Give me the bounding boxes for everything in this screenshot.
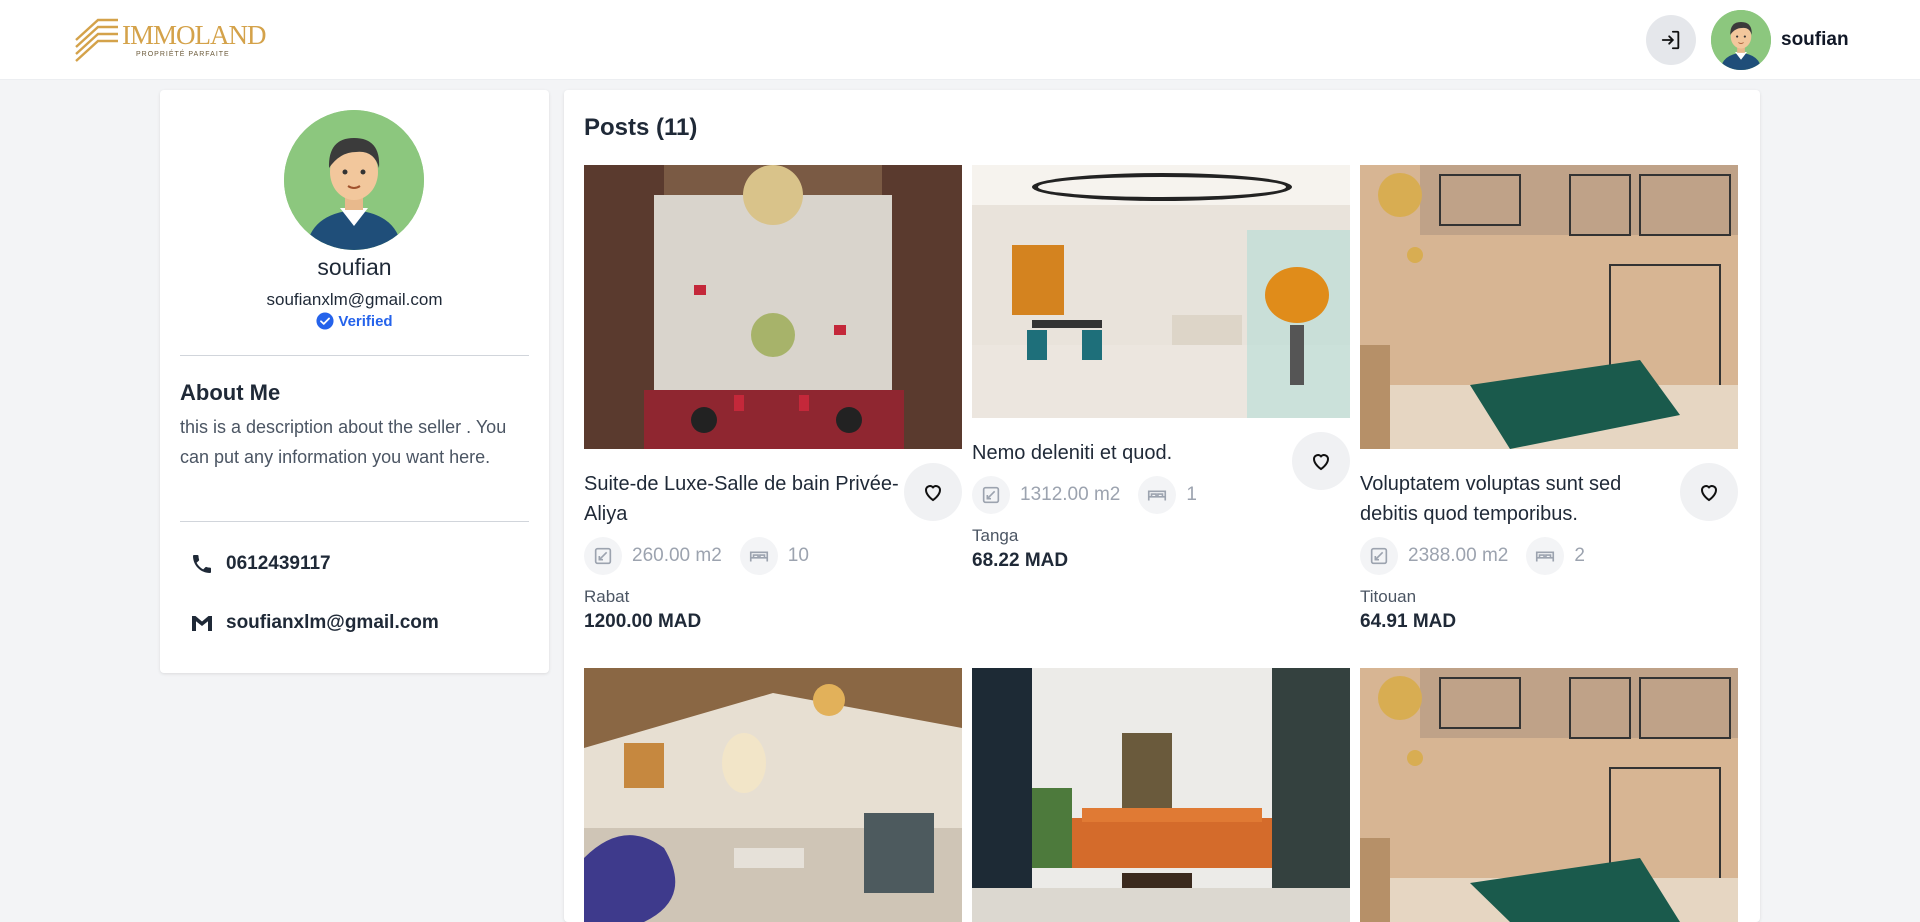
post-title[interactable]: Voluptatem voluptas sunt sed debitis quo…	[1360, 469, 1680, 529]
logout-button[interactable]	[1646, 15, 1696, 65]
post-price: 68.22 MAD	[972, 550, 1069, 571]
post-city: Tanga	[972, 526, 1019, 545]
contact-email[interactable]: soufianxlm@gmail.com	[190, 611, 439, 635]
post-card: Suite-de Luxe-Salle de bain Privée-Aliya…	[584, 165, 962, 633]
avatar-icon	[1711, 10, 1771, 70]
pool-courtyard-image	[1360, 165, 1738, 449]
post-image[interactable]	[972, 165, 1350, 418]
top-navbar: IMMOLAND PROPRIÉTÉ PARFAITE soufian	[0, 0, 1920, 80]
favorite-button[interactable]	[1680, 463, 1738, 521]
verified-badge: Verified	[160, 312, 549, 330]
area-icon	[584, 537, 622, 575]
area-icon	[972, 476, 1010, 514]
area-value: 2388.00 m2	[1408, 545, 1509, 566]
pool-courtyard-image	[1360, 668, 1738, 922]
phone-icon	[193, 555, 211, 573]
post-city: Rabat	[584, 587, 630, 606]
contact-phone[interactable]: 0612439117	[190, 552, 331, 576]
riad-courtyard-image	[584, 165, 962, 449]
logout-icon	[1661, 30, 1680, 50]
post-card: Nemo deleniti et quod. 1312.00 m2 1 Tang…	[972, 165, 1350, 572]
area-spec: 2388.00 m2	[1360, 537, 1508, 575]
gmail-icon	[192, 616, 212, 631]
heart-icon	[1700, 485, 1718, 502]
post-title[interactable]: Suite-de Luxe-Salle de bain Privée-Aliya	[584, 469, 904, 529]
verified-label: Verified	[338, 312, 393, 330]
top-username[interactable]: soufian	[1781, 29, 1849, 51]
area-spec: 1312.00 m2	[972, 476, 1120, 514]
post-card	[584, 668, 962, 922]
area-spec: 260.00 m2	[584, 537, 722, 575]
post-image[interactable]	[1360, 668, 1738, 922]
profile-card: soufian soufianxlm@gmail.com Verified Ab…	[160, 90, 549, 673]
logo-name: IMMOLAND	[122, 20, 266, 50]
logo-mark-icon	[75, 18, 118, 62]
logo-tagline: PROPRIÉTÉ PARFAITE	[136, 51, 230, 58]
favorite-button[interactable]	[1292, 432, 1350, 490]
area-icon	[1360, 537, 1398, 575]
verified-check-icon	[316, 312, 334, 330]
area-value: 1312.00 m2	[1020, 484, 1121, 505]
user-avatar[interactable]	[1711, 10, 1771, 70]
post-card	[1360, 668, 1738, 922]
about-text: this is a description about the seller .…	[180, 417, 507, 467]
posts-panel: Posts (11) Suite-de Luxe-Salle de bain P…	[564, 90, 1760, 922]
beds-spec: 10	[739, 537, 809, 575]
post-price: 1200.00 MAD	[584, 611, 702, 632]
logo[interactable]: IMMOLAND PROPRIÉTÉ PARFAITE	[74, 16, 266, 64]
post-price: 64.91 MAD	[1360, 611, 1457, 632]
orange-sofa-image	[972, 668, 1350, 922]
beds-spec: 2	[1526, 537, 1585, 575]
post-card: Voluptatem voluptas sunt sed debitis quo…	[1360, 165, 1738, 633]
beds-value: 2	[1574, 545, 1585, 566]
avatar-icon	[284, 110, 424, 250]
post-image[interactable]	[584, 668, 962, 922]
post-city: Titouan	[1360, 587, 1417, 606]
post-card	[972, 668, 1350, 922]
favorite-button[interactable]	[904, 463, 962, 521]
phone-number: 0612439117	[226, 553, 331, 574]
post-title[interactable]: Nemo deleniti et quod.	[972, 438, 1292, 468]
area-value: 260.00 m2	[632, 545, 722, 566]
profile-name: soufian	[317, 254, 392, 280]
bed-icon	[1138, 476, 1177, 514]
bed-icon	[739, 537, 778, 575]
heart-icon	[924, 485, 942, 502]
divider	[180, 521, 529, 522]
post-image[interactable]	[972, 668, 1350, 922]
post-image[interactable]	[584, 165, 962, 449]
loft-living-image	[584, 668, 962, 922]
posts-title: Posts (11)	[584, 114, 698, 141]
profile-avatar	[284, 110, 424, 250]
bed-icon	[1526, 537, 1565, 575]
beds-value: 10	[787, 545, 809, 566]
divider	[180, 355, 529, 356]
profile-email: soufianxlm@gmail.com	[266, 290, 443, 309]
living-room-image	[972, 165, 1350, 418]
heart-icon	[1312, 454, 1330, 471]
contact-email-text: soufianxlm@gmail.com	[226, 612, 439, 633]
post-image[interactable]	[1360, 165, 1738, 449]
about-title: About Me	[180, 380, 281, 405]
beds-value: 1	[1186, 484, 1197, 505]
beds-spec: 1	[1138, 476, 1197, 514]
